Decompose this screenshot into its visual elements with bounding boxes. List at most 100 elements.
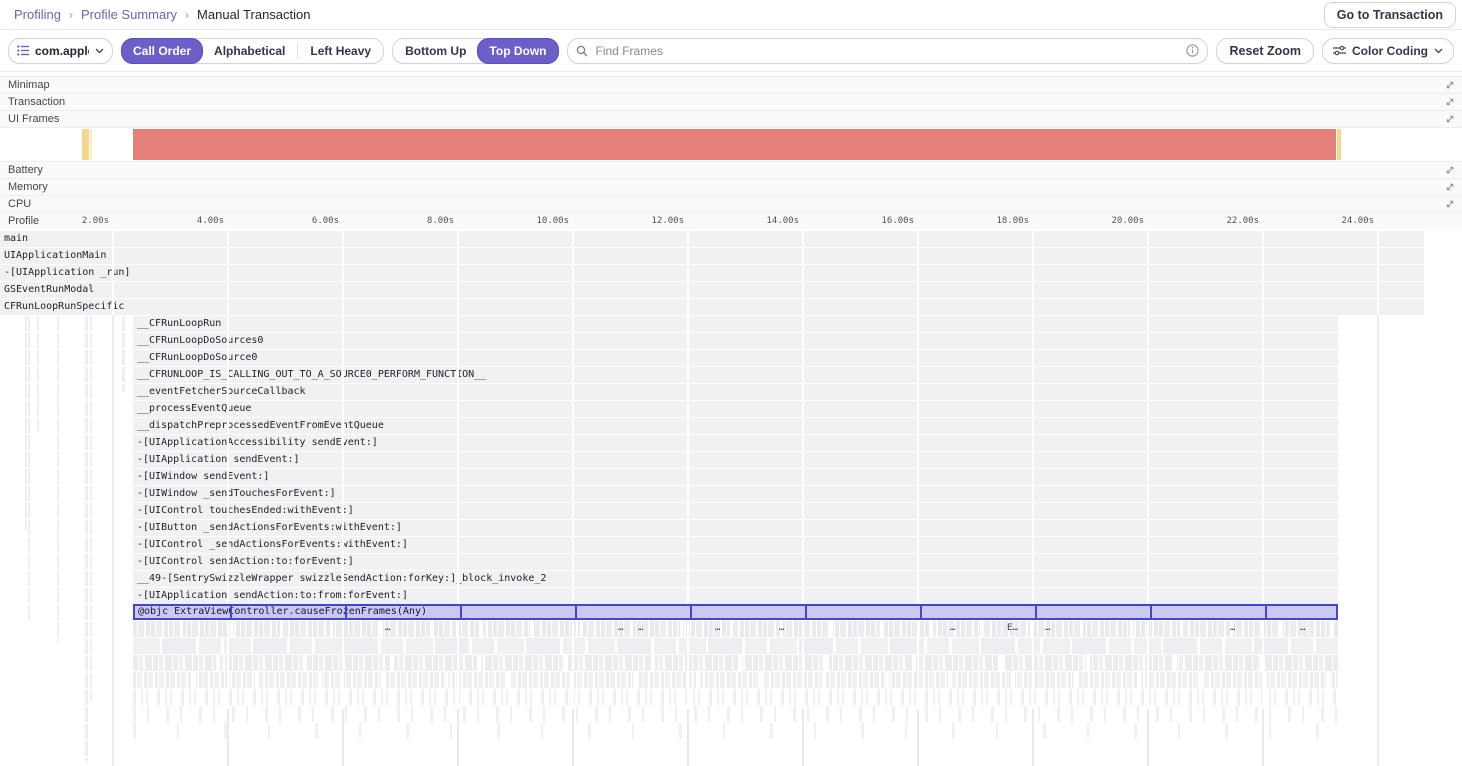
axis-tick: 20.00s <box>1111 213 1144 230</box>
expand-section-icon[interactable] <box>1446 98 1454 106</box>
truncated-frame-label: … <box>1230 623 1235 633</box>
expand-section-icon[interactable] <box>1446 81 1454 89</box>
breadcrumb-link[interactable]: Profile Summary <box>81 7 177 22</box>
selection-segment-border <box>805 604 807 620</box>
flame-frame[interactable]: -[UIControl _sendActionsForEvents:withEv… <box>133 537 1338 553</box>
section-header-cpu[interactable]: CPU <box>0 195 1462 212</box>
dense-frame-row[interactable] <box>133 706 1338 722</box>
color-coding-dropdown[interactable]: Color Coding <box>1322 38 1454 64</box>
selected-flame-frame[interactable]: @objc ExtraViewController.causeFrozenFra… <box>133 604 1338 620</box>
flame-frame[interactable]: CFRunLoopRunSpecific <box>0 299 1424 315</box>
time-gridline <box>227 229 229 766</box>
flame-frame[interactable]: __49-[SentrySwizzleWrapper swizzleSendAc… <box>133 571 1338 587</box>
slow-frame-bar[interactable] <box>90 129 92 160</box>
slow-frame-bar[interactable] <box>82 129 89 160</box>
flame-frame[interactable]: __processEventQueue <box>133 401 1338 417</box>
time-gridline <box>917 229 919 766</box>
flame-frame[interactable]: -[UIControl touchesEnded:withEvent:] <box>133 503 1338 519</box>
selection-segment-border <box>920 604 922 620</box>
thin-stack-column[interactable] <box>85 316 88 761</box>
flame-frame[interactable]: -[UIButton _sendActionsForEvents:withEve… <box>133 520 1338 536</box>
sorting-segmented-control: Call OrderAlphabeticalLeft Heavy <box>121 38 384 64</box>
chevron-down-icon <box>1434 48 1443 54</box>
section-label: Profile <box>8 213 39 230</box>
expand-section-icon[interactable] <box>1446 200 1454 208</box>
section-header-ui-frames[interactable]: UI Frames <box>0 110 1462 127</box>
flame-frame[interactable]: __CFRunLoopRun <box>133 316 1338 332</box>
search-input[interactable] <box>594 43 1181 59</box>
section-label: Memory <box>8 179 48 196</box>
flame-frame[interactable]: __CFRunLoopDoSource0 <box>133 350 1338 366</box>
dense-frame-row[interactable]: ………………E………… <box>133 621 1338 637</box>
thread-selector[interactable]: com.apple.... <box>8 38 113 64</box>
breadcrumb: Profiling›Profile Summary›Manual Transac… <box>8 7 311 22</box>
thin-stack-column[interactable] <box>25 316 27 531</box>
flame-frame[interactable]: main <box>0 231 1424 247</box>
flame-frame[interactable]: -[UIApplication sendAction:to:from:forEv… <box>133 588 1338 604</box>
flame-frame[interactable]: UIApplicationMain <box>0 248 1424 264</box>
flame-frame[interactable]: GSEventRunModal <box>0 282 1424 298</box>
flame-frame[interactable]: -[UIApplicationAccessibility sendEvent:] <box>133 435 1338 451</box>
axis-tick: 4.00s <box>197 213 224 230</box>
flame-frame[interactable]: __dispatchPreprocessedEventFromEventQueu… <box>133 418 1338 434</box>
flame-frame[interactable]: -[UIWindow sendEvent:] <box>133 469 1338 485</box>
selected-frame-label: @objc ExtraViewController.causeFrozenFra… <box>138 606 427 617</box>
selection-segment-border <box>345 604 347 620</box>
flame-frame[interactable]: -[UIApplication _run] <box>0 265 1424 281</box>
section-label: UI Frames <box>8 111 59 128</box>
flame-frame[interactable]: __eventFetcherSourceCallback <box>133 384 1338 400</box>
section-header-memory[interactable]: Memory <box>0 178 1462 195</box>
sort-option-call-order[interactable]: Call Order <box>121 38 203 64</box>
truncated-frame-label: … <box>1300 623 1305 633</box>
thin-stack-column[interactable] <box>90 316 92 701</box>
breadcrumb-separator: › <box>185 8 189 22</box>
direction-option-top-down[interactable]: Top Down <box>477 38 558 64</box>
flame-frame[interactable]: __CFRunLoopDoSources0 <box>133 333 1338 349</box>
selection-segment-border <box>1150 604 1152 620</box>
chevron-down-icon <box>95 48 104 54</box>
section-header-transaction[interactable]: Transaction <box>0 93 1462 110</box>
reset-zoom-button[interactable]: Reset Zoom <box>1216 38 1314 64</box>
section-label: Minimap <box>8 77 50 94</box>
ui-frames-track <box>0 127 1462 161</box>
info-icon[interactable] <box>1186 44 1199 57</box>
thin-stack-column[interactable] <box>122 316 125 391</box>
dense-frame-row[interactable] <box>133 638 1338 654</box>
axis-tick: 22.00s <box>1226 213 1259 230</box>
direction-option-bottom-up[interactable]: Bottom Up <box>393 38 478 64</box>
axis-tick: 16.00s <box>881 213 914 230</box>
flame-frame[interactable]: -[UIControl sendAction:to:forEvent:] <box>133 554 1338 570</box>
flame-frame[interactable]: -[UIApplication sendEvent:] <box>133 452 1338 468</box>
section-label: Transaction <box>8 94 65 111</box>
expand-section-icon[interactable] <box>1446 166 1454 174</box>
frozen-frame-bar[interactable] <box>133 129 1336 160</box>
dense-frame-row[interactable] <box>133 672 1338 688</box>
selection-segment-border <box>460 604 462 620</box>
thread-selector-value: com.apple.... <box>35 44 89 58</box>
slow-frame-bar[interactable] <box>1337 129 1341 160</box>
thin-stack-column[interactable] <box>57 316 59 641</box>
section-label: CPU <box>8 196 31 213</box>
flame-frame[interactable]: -[UIWindow _sendTouchesForEvent:] <box>133 486 1338 502</box>
section-header-battery[interactable]: Battery <box>0 161 1462 178</box>
thin-stack-column[interactable] <box>28 316 30 621</box>
axis-tick: 2.00s <box>82 213 109 230</box>
time-gridline <box>112 229 114 766</box>
truncated-frame-label: … <box>385 623 390 633</box>
dense-frame-row[interactable] <box>133 689 1338 705</box>
time-gridline <box>687 229 689 766</box>
section-header-minimap[interactable]: Minimap <box>0 76 1462 93</box>
dense-frame-row[interactable] <box>133 655 1338 671</box>
section-header-profile[interactable]: Profile2.00s4.00s6.00s8.00s10.00s12.00s1… <box>0 212 1462 229</box>
flame-frame[interactable]: __CFRUNLOOP_IS_CALLING_OUT_TO_A_SOURCE0_… <box>133 367 1338 383</box>
sort-option-left-heavy[interactable]: Left Heavy <box>298 38 383 64</box>
dense-frame-row[interactable] <box>133 723 1338 739</box>
breadcrumb-link[interactable]: Profiling <box>14 7 61 22</box>
axis-tick: 12.00s <box>651 213 684 230</box>
expand-section-icon[interactable] <box>1446 183 1454 191</box>
thin-stack-column[interactable] <box>37 316 39 431</box>
sort-option-alphabetical[interactable]: Alphabetical <box>202 38 297 64</box>
go-to-transaction-button[interactable]: Go to Transaction <box>1324 2 1456 28</box>
truncated-frame-label: … <box>1045 623 1050 633</box>
collapse-section-icon[interactable] <box>1446 115 1454 123</box>
